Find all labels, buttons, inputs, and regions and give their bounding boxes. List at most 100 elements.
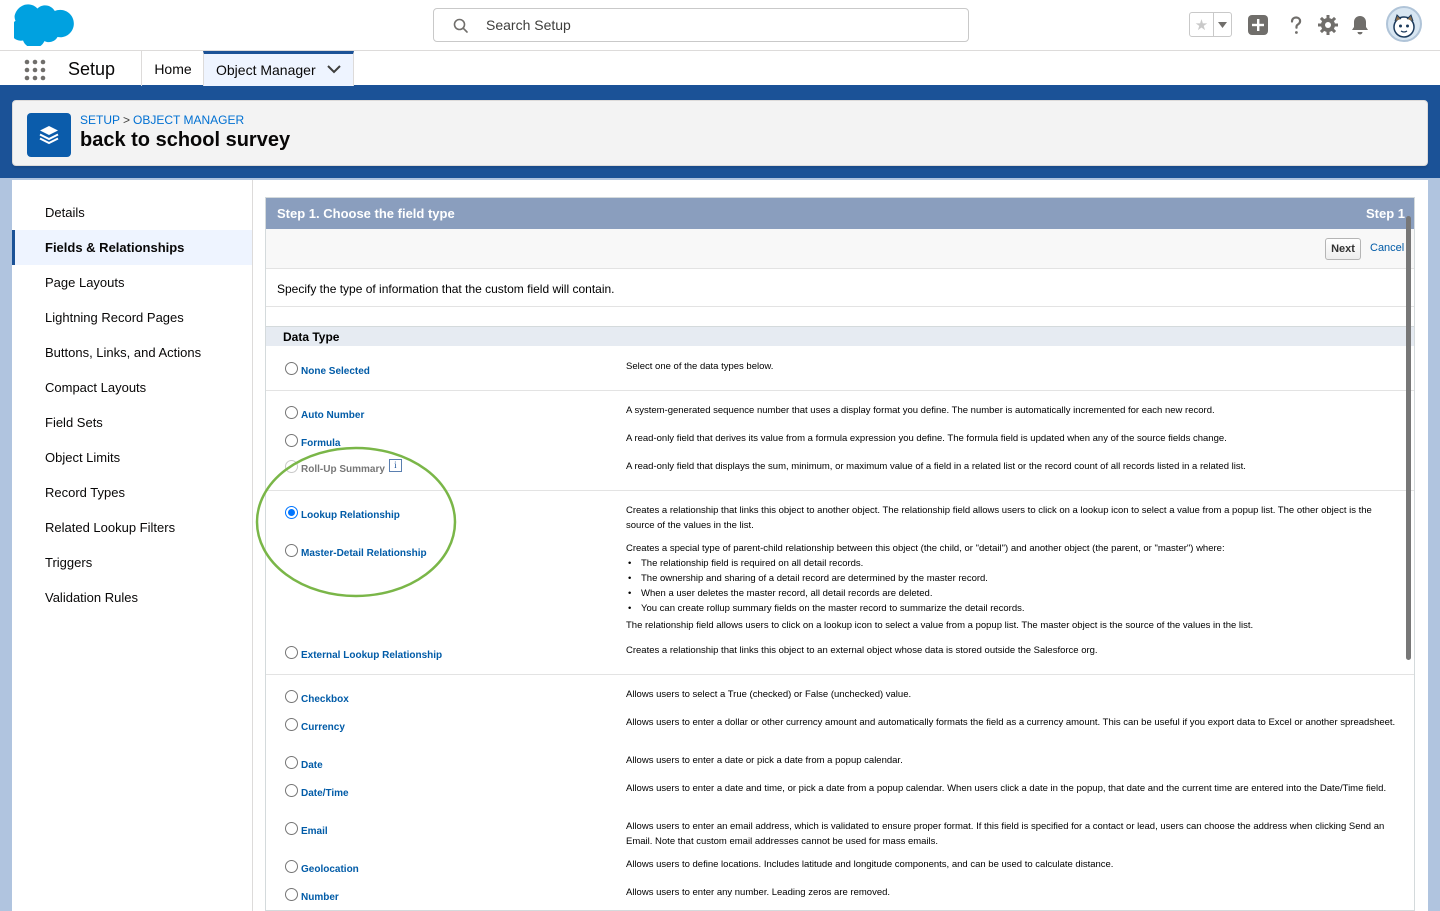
option-label[interactable]: Date/Time	[301, 788, 349, 799]
object-manager-sidebar: Details Fields & Relationships Page Layo…	[12, 180, 253, 911]
radio-checkbox[interactable]	[285, 690, 298, 703]
cancel-link[interactable]: Cancel	[1370, 242, 1404, 254]
breadcrumb-setup[interactable]: SETUP	[80, 113, 120, 127]
radio-geolocation[interactable]	[285, 860, 298, 873]
setup-gear-icon[interactable]	[1316, 13, 1340, 37]
sidebar-item-triggers[interactable]: Triggers	[12, 545, 252, 580]
list-item: When a user deletes the master record, a…	[626, 586, 1401, 601]
next-button[interactable]: Next	[1325, 238, 1361, 260]
step-header-bar: Step 1. Choose the field type Step 1	[266, 198, 1414, 229]
sidebar-item-compact-layouts[interactable]: Compact Layouts	[12, 370, 252, 405]
divider	[266, 490, 1414, 491]
sidebar-item-page-layouts[interactable]: Page Layouts	[12, 265, 252, 300]
option-label[interactable]: Master-Detail Relationship	[301, 548, 427, 559]
option-date[interactable]: Date	[285, 756, 323, 771]
option-date-time[interactable]: Date/Time	[285, 784, 349, 799]
notifications-bell-icon[interactable]	[1348, 13, 1372, 37]
option-description-text: Creates a special type of parent-child r…	[626, 543, 1225, 554]
caret-down-icon	[1218, 21, 1227, 28]
data-type-section-header: Data Type	[266, 326, 1414, 346]
sidebar-item-related-lookup-filters[interactable]: Related Lookup Filters	[12, 510, 252, 545]
radio-master-detail-relationship[interactable]	[285, 544, 298, 557]
sidebar-item-object-limits[interactable]: Object Limits	[12, 440, 252, 475]
sidebar-item-record-types[interactable]: Record Types	[12, 475, 252, 510]
option-label[interactable]: Number	[301, 892, 339, 903]
app-launcher-waffle-icon[interactable]	[24, 59, 46, 81]
option-label[interactable]: Date	[301, 760, 323, 771]
radio-none-selected[interactable]	[285, 362, 298, 375]
option-none-selected[interactable]: None Selected	[285, 362, 370, 377]
chevron-down-icon[interactable]	[327, 64, 341, 74]
radio-currency[interactable]	[285, 718, 298, 731]
sidebar-item-fields-relationships[interactable]: Fields & Relationships	[12, 230, 252, 265]
option-description: Creates a special type of parent-child r…	[626, 541, 1401, 633]
option-description: Select one of the data types below.	[626, 361, 774, 372]
bullet-list: The relationship field is required on al…	[626, 556, 1401, 616]
option-email[interactable]: Email	[285, 822, 328, 837]
breadcrumb-object-manager[interactable]: OBJECT MANAGER	[133, 113, 244, 127]
info-icon[interactable]: i	[388, 459, 402, 472]
step-number: Step 1	[1365, 206, 1405, 221]
astro-avatar-icon	[1393, 14, 1415, 38]
radio-email[interactable]	[285, 822, 298, 835]
option-number[interactable]: Number	[285, 888, 339, 903]
object-layers-icon	[27, 113, 71, 157]
option-formula[interactable]: Formula	[285, 434, 340, 449]
favorites-dropdown-button[interactable]	[1214, 13, 1231, 36]
option-label[interactable]: Lookup Relationship	[301, 510, 400, 521]
option-label[interactable]: Auto Number	[301, 410, 364, 421]
radio-date[interactable]	[285, 756, 298, 769]
option-label[interactable]: Currency	[301, 722, 345, 733]
breadcrumb: SETUP > OBJECT MANAGER	[80, 113, 244, 127]
search-input[interactable]: Search Setup	[486, 17, 571, 33]
user-avatar[interactable]	[1386, 6, 1422, 42]
radio-number[interactable]	[285, 888, 298, 901]
sidebar-item-details[interactable]: Details	[12, 195, 252, 230]
option-label: Roll-Up Summary	[301, 464, 385, 475]
vertical-scrollbar[interactable]	[1406, 216, 1411, 660]
favorite-star-icon[interactable]: ★	[1190, 13, 1214, 36]
sidebar-item-validation-rules[interactable]: Validation Rules	[12, 580, 252, 615]
sidebar-item-buttons-links-actions[interactable]: Buttons, Links, and Actions	[12, 335, 252, 370]
option-description: A read-only field that derives its value…	[626, 433, 1227, 444]
new-field-wizard: Step 1. Choose the field type Step 1 Nex…	[265, 197, 1415, 911]
radio-auto-number[interactable]	[285, 406, 298, 419]
step-title: Step 1. Choose the field type	[277, 206, 455, 221]
salesforce-logo-icon[interactable]	[14, 4, 76, 46]
option-label[interactable]: None Selected	[301, 366, 370, 377]
option-geolocation[interactable]: Geolocation	[285, 860, 359, 875]
favorites-group: ★	[1189, 12, 1232, 37]
option-label[interactable]: Formula	[301, 438, 340, 449]
option-master-detail-relationship[interactable]: Master-Detail Relationship	[285, 544, 427, 559]
option-label[interactable]: Checkbox	[301, 694, 349, 705]
search-icon	[453, 18, 468, 33]
option-label[interactable]: External Lookup Relationship	[301, 650, 442, 661]
option-checkbox[interactable]: Checkbox	[285, 690, 349, 705]
object-page-header: SETUP > OBJECT MANAGER back to school surv…	[12, 100, 1428, 166]
search-setup-box[interactable]: Search Setup	[433, 8, 969, 42]
option-currency[interactable]: Currency	[285, 718, 345, 733]
tab-object-manager[interactable]: Object Manager	[203, 51, 354, 86]
radio-lookup-relationship[interactable]	[285, 506, 298, 519]
sidebar-item-field-sets[interactable]: Field Sets	[12, 405, 252, 440]
list-item: The ownership and sharing of a detail re…	[626, 571, 1401, 586]
global-actions-plus-icon[interactable]	[1246, 13, 1270, 37]
option-auto-number[interactable]: Auto Number	[285, 406, 364, 421]
sidebar-item-lightning-record-pages[interactable]: Lightning Record Pages	[12, 300, 252, 335]
option-label[interactable]: Email	[301, 826, 328, 837]
page-title: back to school survey	[80, 129, 291, 151]
option-external-lookup-relationship[interactable]: External Lookup Relationship	[285, 646, 442, 661]
radio-date-time[interactable]	[285, 784, 298, 797]
option-label[interactable]: Geolocation	[301, 864, 359, 875]
radio-external-lookup-relationship[interactable]	[285, 646, 298, 659]
section-title: Data Type	[283, 330, 340, 344]
context-nav-bar: Setup Home Object Manager	[0, 50, 1440, 88]
radio-formula[interactable]	[285, 434, 298, 447]
help-question-icon[interactable]	[1284, 13, 1308, 37]
tab-object-manager-label: Object Manager	[216, 62, 316, 78]
app-name: Setup	[68, 59, 116, 79]
option-lookup-relationship[interactable]: Lookup Relationship	[285, 506, 400, 521]
tab-home[interactable]: Home	[141, 51, 204, 86]
option-description: A system-generated sequence number that …	[626, 405, 1215, 416]
option-description-tail: The relationship field allows users to c…	[626, 620, 1254, 631]
